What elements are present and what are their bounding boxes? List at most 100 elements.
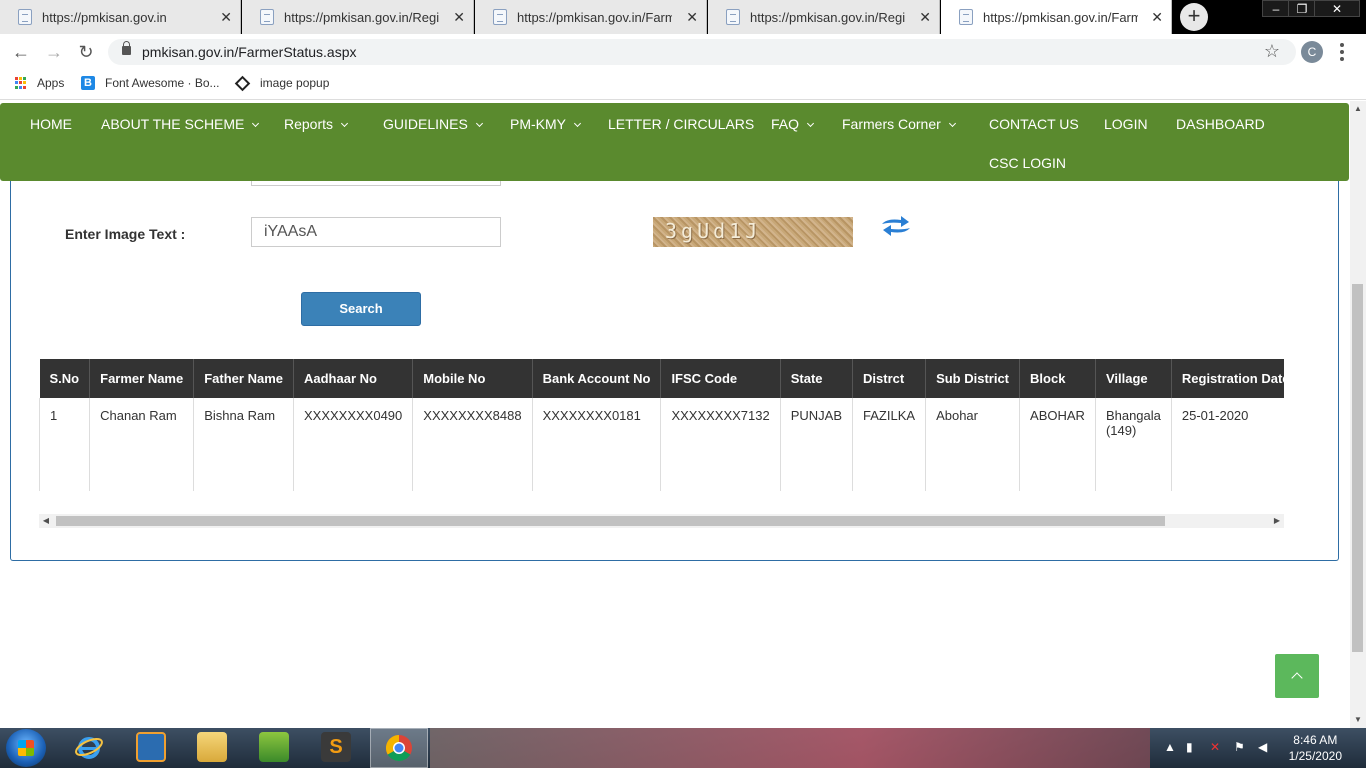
scrollbar-thumb[interactable] — [56, 516, 1165, 526]
column-header: S.No — [39, 359, 91, 398]
table-horizontal-scrollbar[interactable]: ◀ ▶ — [39, 514, 1284, 528]
bookmark-image-popup[interactable]: image popup — [234, 75, 329, 91]
column-header: Registration Date — [1171, 359, 1284, 398]
table-cell: 25-01-2020 — [1171, 398, 1284, 491]
search-panel: Enter Image Text : iYAAsA 3gUd1J Search … — [10, 151, 1339, 561]
table-cell: Bishna Ram — [193, 398, 294, 491]
url-text[interactable]: pmkisan.gov.in/FarmerStatus.aspx — [142, 44, 357, 60]
chevron-down-icon — [252, 119, 260, 128]
nav-dashboard[interactable]: DASHBOARD — [1176, 116, 1265, 132]
start-button[interactable] — [6, 729, 46, 767]
address-bar[interactable]: pmkisan.gov.in/FarmerStatus.aspx ☆ — [108, 39, 1296, 65]
desktop-wallpaper-strip — [430, 728, 1150, 768]
scrollbar-thumb[interactable] — [1352, 284, 1363, 652]
table-cell: Bhangala (149) — [1095, 398, 1172, 491]
browser-tab[interactable]: https://pmkisan.gov.in/FarmerSt ✕ — [475, 0, 707, 34]
nav-guidelines[interactable]: GUIDELINES — [383, 116, 483, 132]
back-to-top-button[interactable] — [1275, 654, 1319, 698]
table-cell: XXXXXXXX0181 — [532, 398, 662, 491]
bookmarks-bar: Apps B Font Awesome · Bo... image popup — [0, 70, 1366, 100]
tab-title: https://pmkisan.gov.in/Registrat — [750, 9, 905, 25]
browser-tab-active[interactable]: https://pmkisan.gov.in/FarmerSt ✕ — [941, 0, 1172, 34]
network-signal-icon[interactable]: ▮ — [1186, 740, 1193, 754]
column-header: Aadhaar No — [293, 359, 414, 398]
nav-pm-kmy[interactable]: PM-KMY — [510, 116, 582, 132]
browser-tab[interactable]: https://pmkisan.gov.in/Registrat ✕ — [708, 0, 940, 34]
table-cell: Abohar — [925, 398, 1021, 491]
table-cell: XXXXXXXX0490 — [293, 398, 414, 491]
browser-tab[interactable]: https://pmkisan.gov.in/Registrat ✕ — [242, 0, 474, 34]
show-hidden-icons-icon[interactable]: ▲ — [1164, 740, 1176, 754]
nav-contact-us[interactable]: CONTACT US — [989, 116, 1079, 132]
table-header-row: S.No Farmer Name Father Name Aadhaar No … — [39, 359, 1284, 398]
captcha-label: Enter Image Text : — [65, 226, 186, 242]
table-cell: PUNJAB — [780, 398, 854, 491]
network-status-icon[interactable]: ✕ — [1210, 740, 1220, 754]
page-icon — [18, 9, 32, 25]
clock-time: 8:46 AM — [1293, 733, 1338, 747]
volume-icon[interactable]: ◀ — [1258, 740, 1267, 754]
page-content: Enter Image Text : iYAAsA 3gUd1J Search … — [0, 101, 1350, 728]
nav-faq[interactable]: FAQ — [771, 116, 815, 132]
scroll-down-icon[interactable]: ▼ — [1350, 712, 1366, 728]
restore-button[interactable]: ❐ — [1288, 0, 1316, 17]
column-header: Father Name — [193, 359, 294, 398]
new-tab-button[interactable]: + — [1180, 3, 1208, 31]
clock-date: 1/25/2020 — [1288, 749, 1342, 763]
column-header: State — [780, 359, 854, 398]
nav-login[interactable]: LOGIN — [1104, 116, 1148, 132]
page-vertical-scrollbar[interactable]: ▲ ▼ — [1350, 101, 1366, 728]
close-icon[interactable]: ✕ — [919, 9, 931, 26]
page-icon — [959, 9, 973, 25]
main-navigation: HOME ABOUT THE SCHEME Reports GUIDELINES… — [0, 103, 1349, 181]
nav-home[interactable]: HOME — [30, 116, 72, 132]
tab-strip: https://pmkisan.gov.in ✕ https://pmkisan… — [0, 0, 1366, 34]
bootstrap-b-icon: B — [81, 76, 95, 90]
close-icon[interactable]: ✕ — [220, 9, 232, 26]
scroll-up-icon[interactable]: ▲ — [1350, 101, 1366, 117]
bookmark-font-awesome[interactable]: B Font Awesome · Bo... — [81, 76, 220, 90]
column-header: Sub District — [925, 359, 1021, 398]
reload-icon[interactable]: ↻ — [76, 42, 96, 62]
forward-icon[interactable]: → — [44, 42, 64, 62]
captcha-input[interactable]: iYAAsA — [251, 217, 501, 247]
close-icon[interactable]: ✕ — [1151, 9, 1163, 26]
nav-farmers-corner[interactable]: Farmers Corner — [842, 116, 956, 132]
media-player-icon[interactable] — [136, 732, 166, 762]
tab-title: https://pmkisan.gov.in/FarmerSt — [983, 9, 1138, 25]
bookmark-apps[interactable]: Apps — [15, 76, 64, 90]
refresh-captcha-icon[interactable] — [879, 215, 913, 237]
tab-title: https://pmkisan.gov.in/FarmerSt — [517, 9, 672, 25]
action-center-icon[interactable]: ⚑ — [1234, 740, 1245, 754]
close-icon[interactable]: ✕ — [453, 9, 465, 26]
nav-reports[interactable]: Reports — [284, 116, 349, 132]
sublime-text-icon[interactable]: S — [321, 732, 351, 762]
file-explorer-icon[interactable] — [197, 732, 227, 762]
nav-letter-circulars[interactable]: LETTER / CIRCULARS — [608, 116, 754, 132]
tab-title: https://pmkisan.gov.in — [42, 9, 167, 25]
codepen-icon — [234, 75, 251, 91]
window-close-button[interactable]: ✕ — [1314, 0, 1360, 17]
scroll-left-icon[interactable]: ◀ — [39, 514, 53, 528]
table-cell: 1 — [39, 398, 91, 491]
bookmark-star-icon[interactable]: ☆ — [1264, 41, 1280, 62]
column-header: IFSC Code — [660, 359, 781, 398]
table-cell: XXXXXXXX8488 — [412, 398, 533, 491]
chrome-taskbar-button[interactable] — [370, 728, 428, 768]
profile-avatar[interactable]: C — [1301, 41, 1323, 63]
lock-icon[interactable] — [122, 41, 131, 55]
results-table: S.No Farmer Name Father Name Aadhaar No … — [39, 359, 1284, 491]
scroll-right-icon[interactable]: ▶ — [1270, 514, 1284, 528]
search-button[interactable]: Search — [301, 292, 421, 326]
back-icon[interactable]: ← — [11, 42, 31, 62]
nav-about-the-scheme[interactable]: ABOUT THE SCHEME — [101, 116, 260, 132]
internet-explorer-icon[interactable] — [74, 732, 104, 762]
browser-tab[interactable]: https://pmkisan.gov.in ✕ — [0, 0, 241, 34]
minimize-button[interactable]: – — [1262, 0, 1290, 17]
table-row: 1 Chanan Ram Bishna Ram XXXXXXXX0490 XXX… — [39, 398, 1284, 491]
nav-csc-login[interactable]: CSC LOGIN — [989, 155, 1066, 171]
close-icon[interactable]: ✕ — [686, 9, 698, 26]
task-manager-icon[interactable] — [259, 732, 289, 762]
system-clock[interactable]: 8:46 AM 1/25/2020 — [1289, 732, 1342, 764]
menu-icon[interactable] — [1340, 43, 1344, 61]
